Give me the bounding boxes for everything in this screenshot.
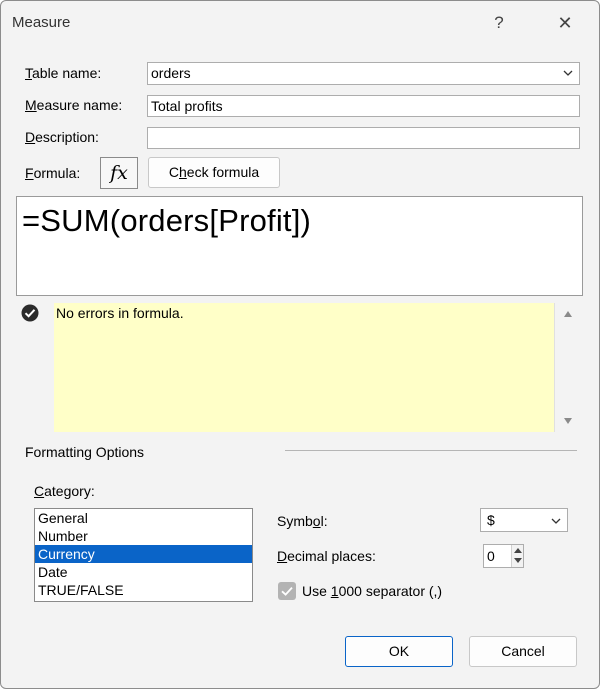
- ok-button[interactable]: OK: [345, 636, 453, 667]
- formula-editor[interactable]: =SUM(orders[Profit]): [16, 196, 583, 296]
- dialog-title: Measure: [12, 14, 71, 31]
- message-scrollbar[interactable]: [554, 303, 580, 432]
- category-item-true-false[interactable]: TRUE/FALSE: [35, 581, 252, 599]
- decimal-places-value: 0: [487, 548, 495, 564]
- category-label: Category:: [34, 483, 95, 499]
- table-name-combo[interactable]: orders: [147, 62, 580, 85]
- increment-icon[interactable]: [514, 548, 522, 553]
- formatting-section-title: Formatting Options: [25, 444, 145, 460]
- decimal-places-label: Decimal places:: [277, 548, 376, 564]
- thousands-separator-checkbox[interactable]: [278, 582, 296, 600]
- category-listbox[interactable]: General Number Currency Date TRUE/FALSE: [34, 508, 253, 602]
- check-formula-button[interactable]: Check formula: [148, 157, 280, 188]
- decimal-places-stepper[interactable]: 0: [483, 544, 524, 568]
- insert-function-button[interactable]: fx: [100, 157, 138, 189]
- measure-name-label: Measure name:: [25, 97, 123, 113]
- chevron-down-icon: [551, 518, 561, 524]
- category-item-currency[interactable]: Currency: [35, 545, 252, 563]
- cancel-button[interactable]: Cancel: [469, 636, 577, 667]
- description-label: Description:: [25, 129, 99, 145]
- category-item-number[interactable]: Number: [35, 527, 252, 545]
- checkmark-icon: [281, 586, 293, 596]
- scroll-up-icon[interactable]: [564, 311, 572, 317]
- help-button[interactable]: ?: [481, 9, 517, 37]
- table-name-value: orders: [151, 65, 191, 81]
- measure-name-value: Total profits: [151, 98, 223, 114]
- title-bar: Measure ? ✕: [1, 1, 599, 45]
- symbol-select[interactable]: $: [480, 508, 568, 532]
- thousands-separator-label: Use 1000 separator (,): [302, 583, 443, 599]
- formula-status-message: No errors in formula.: [54, 303, 554, 432]
- symbol-value: $: [487, 512, 495, 528]
- measure-dialog: Measure ? ✕ Table name: orders Measure n…: [0, 0, 600, 689]
- category-item-general[interactable]: General: [35, 509, 252, 527]
- status-text: No errors in formula.: [56, 305, 184, 321]
- decrement-icon[interactable]: [514, 558, 522, 563]
- scroll-down-icon[interactable]: [564, 418, 572, 424]
- formula-text: =SUM(orders[Profit]): [22, 203, 312, 238]
- close-button[interactable]: ✕: [547, 9, 583, 37]
- chevron-down-icon: [563, 70, 573, 76]
- measure-name-input[interactable]: Total profits: [147, 95, 580, 117]
- check-circle-icon: [21, 304, 39, 322]
- section-divider: [285, 450, 577, 451]
- stepper-buttons[interactable]: [511, 545, 523, 567]
- symbol-label: Symbol:: [277, 513, 328, 529]
- table-name-label: Table name:: [25, 65, 102, 81]
- category-item-date[interactable]: Date: [35, 563, 252, 581]
- description-input[interactable]: [147, 127, 580, 149]
- formula-label: Formula:: [25, 165, 81, 181]
